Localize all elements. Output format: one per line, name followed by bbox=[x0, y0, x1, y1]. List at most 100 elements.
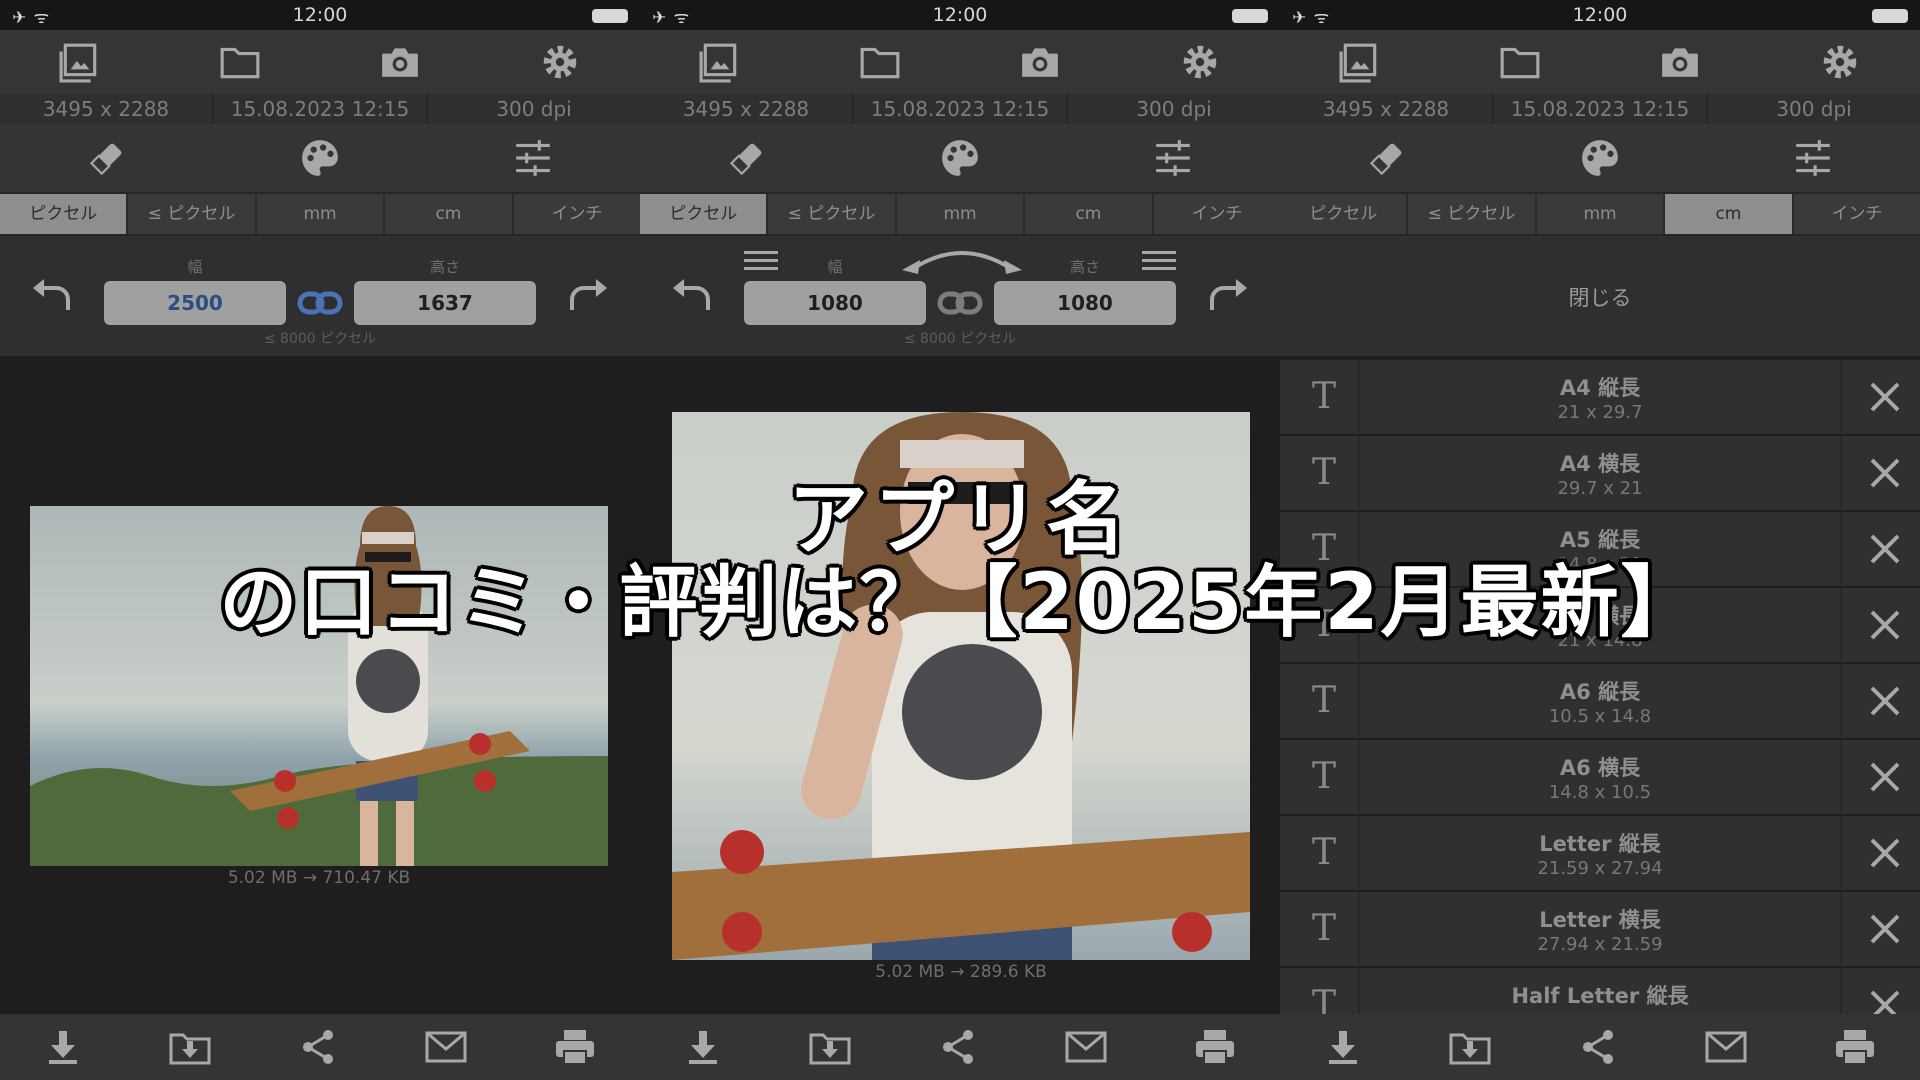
folder-icon[interactable] bbox=[218, 40, 262, 84]
undo-icon[interactable] bbox=[670, 276, 714, 316]
print-icon[interactable] bbox=[1833, 1027, 1877, 1067]
preset-row[interactable]: T A6 横長 14.8 x 10.5 bbox=[1280, 740, 1920, 814]
gallery-icon[interactable] bbox=[1338, 40, 1382, 84]
eraser-icon[interactable] bbox=[1365, 136, 1409, 180]
eraser-icon[interactable] bbox=[85, 136, 129, 180]
close-button[interactable]: 閉じる bbox=[1280, 282, 1920, 312]
max-size-hint: ≤ 8000 ピクセル bbox=[263, 331, 377, 347]
gallery-icon[interactable] bbox=[58, 40, 102, 84]
text-label-icon[interactable]: T bbox=[1294, 968, 1354, 1014]
gallery-icon[interactable] bbox=[698, 40, 742, 84]
preset-row[interactable]: T A4 縦長 21 x 29.7 bbox=[1280, 360, 1920, 434]
close-icon[interactable] bbox=[1868, 684, 1902, 718]
close-icon[interactable] bbox=[1868, 380, 1902, 414]
unit-cm[interactable]: cm bbox=[1665, 194, 1794, 234]
palette-icon[interactable] bbox=[1578, 136, 1622, 180]
unit-pixel[interactable]: ピクセル bbox=[0, 194, 129, 234]
battery-icon bbox=[592, 9, 628, 23]
share-icon[interactable] bbox=[938, 1027, 978, 1067]
file-size-comparison: 5.02 MB → 289.6 KB bbox=[875, 962, 1047, 982]
share-icon[interactable] bbox=[1578, 1027, 1618, 1067]
sliders-icon[interactable] bbox=[511, 136, 555, 180]
status-time: 12:00 bbox=[932, 4, 988, 26]
unit-mm[interactable]: mm bbox=[257, 194, 386, 234]
image-date: 15.08.2023 12:15 bbox=[214, 94, 428, 124]
text-label-icon[interactable]: T bbox=[1294, 740, 1354, 814]
camera-icon[interactable] bbox=[1658, 40, 1702, 84]
mail-icon[interactable] bbox=[1064, 1029, 1108, 1065]
text-label-icon[interactable]: T bbox=[1294, 816, 1354, 890]
camera-icon[interactable] bbox=[1018, 40, 1062, 84]
unit-max-pixel[interactable]: ≤ ピクセル bbox=[128, 194, 257, 234]
folder-icon[interactable] bbox=[1498, 40, 1542, 84]
bottom-toolbar bbox=[640, 1014, 1280, 1080]
image-date: 15.08.2023 12:15 bbox=[854, 94, 1068, 124]
folder-icon[interactable] bbox=[858, 40, 902, 84]
mail-icon[interactable] bbox=[1704, 1029, 1748, 1065]
mail-icon[interactable] bbox=[424, 1029, 468, 1065]
resize-editor: 幅 2500 高さ 1637 ≤ 8000 ピクセル bbox=[0, 236, 640, 356]
print-icon[interactable] bbox=[1193, 1027, 1237, 1067]
text-label-icon[interactable]: T bbox=[1294, 360, 1354, 434]
image-dimensions: 3495 x 2288 bbox=[0, 94, 214, 124]
unit-max-pixel[interactable]: ≤ ピクセル bbox=[1408, 194, 1537, 234]
width-input[interactable]: 2500 bbox=[104, 281, 286, 325]
preset-dimensions: 10.5 x 14.8 bbox=[1548, 706, 1652, 727]
preset-row[interactable]: T Letter 横長 27.94 x 21.59 bbox=[1280, 892, 1920, 966]
close-icon[interactable] bbox=[1868, 836, 1902, 870]
width-label: 幅 bbox=[187, 258, 203, 276]
unit-pixel[interactable]: ピクセル bbox=[1280, 194, 1409, 234]
image-dimensions: 3495 x 2288 bbox=[1280, 94, 1494, 124]
save-to-folder-icon[interactable] bbox=[808, 1027, 852, 1067]
share-icon[interactable] bbox=[298, 1027, 338, 1067]
settings-gear-icon[interactable] bbox=[1818, 40, 1862, 84]
settings-gear-icon[interactable] bbox=[538, 40, 582, 84]
status-bar: ✈ ᯤ 12:00 bbox=[0, 0, 640, 30]
camera-icon[interactable] bbox=[378, 40, 422, 84]
preset-row[interactable]: T A6 縦長 10.5 x 14.8 bbox=[1280, 664, 1920, 738]
image-dpi: 300 dpi bbox=[1136, 97, 1212, 121]
print-icon[interactable] bbox=[553, 1027, 597, 1067]
sliders-icon[interactable] bbox=[1151, 136, 1195, 180]
redo-icon[interactable] bbox=[566, 276, 610, 316]
image-dpi: 300 dpi bbox=[496, 97, 572, 121]
preset-row[interactable]: T Letter 縦長 21.59 x 27.94 bbox=[1280, 816, 1920, 890]
unit-inch[interactable]: インチ bbox=[1154, 194, 1280, 234]
close-icon[interactable] bbox=[1868, 988, 1902, 1014]
unit-mm[interactable]: mm bbox=[1537, 194, 1666, 234]
close-icon[interactable] bbox=[1868, 912, 1902, 946]
height-input[interactable]: 1080 bbox=[994, 281, 1176, 325]
preset-name: Letter 縦長 bbox=[1539, 832, 1661, 856]
unit-max-pixel[interactable]: ≤ ピクセル bbox=[768, 194, 897, 234]
palette-icon[interactable] bbox=[938, 136, 982, 180]
unit-cm[interactable]: cm bbox=[1025, 194, 1154, 234]
text-label-icon[interactable]: T bbox=[1294, 892, 1354, 966]
palette-icon[interactable] bbox=[298, 136, 342, 180]
unit-inch[interactable]: インチ bbox=[1794, 194, 1920, 234]
preset-row[interactable]: T Half Letter 縦長 bbox=[1280, 968, 1920, 1014]
unit-cm[interactable]: cm bbox=[385, 194, 514, 234]
bottom-toolbar bbox=[1280, 1014, 1920, 1080]
unit-inch[interactable]: インチ bbox=[514, 194, 640, 234]
width-input[interactable]: 1080 bbox=[744, 281, 926, 325]
status-time: 12:00 bbox=[292, 4, 348, 26]
save-to-folder-icon[interactable] bbox=[168, 1027, 212, 1067]
link-aspect-icon[interactable] bbox=[297, 290, 343, 316]
unit-pixel[interactable]: ピクセル bbox=[640, 194, 769, 234]
download-icon[interactable] bbox=[1323, 1027, 1363, 1067]
undo-icon[interactable] bbox=[30, 276, 74, 316]
close-icon[interactable] bbox=[1868, 760, 1902, 794]
redo-icon[interactable] bbox=[1206, 276, 1250, 316]
settings-gear-icon[interactable] bbox=[1178, 40, 1222, 84]
unit-mm[interactable]: mm bbox=[897, 194, 1026, 234]
save-to-folder-icon[interactable] bbox=[1448, 1027, 1492, 1067]
overlay-title-line2: の口コミ・評判は？【2025年2月最新】 bbox=[219, 558, 1701, 648]
download-icon[interactable] bbox=[43, 1027, 83, 1067]
download-icon[interactable] bbox=[683, 1027, 723, 1067]
link-aspect-icon[interactable] bbox=[937, 290, 983, 316]
text-label-icon[interactable]: T bbox=[1294, 664, 1354, 738]
eraser-icon[interactable] bbox=[725, 136, 769, 180]
preset-name: Letter 横長 bbox=[1539, 908, 1661, 932]
sliders-icon[interactable] bbox=[1791, 136, 1835, 180]
height-input[interactable]: 1637 bbox=[354, 281, 536, 325]
